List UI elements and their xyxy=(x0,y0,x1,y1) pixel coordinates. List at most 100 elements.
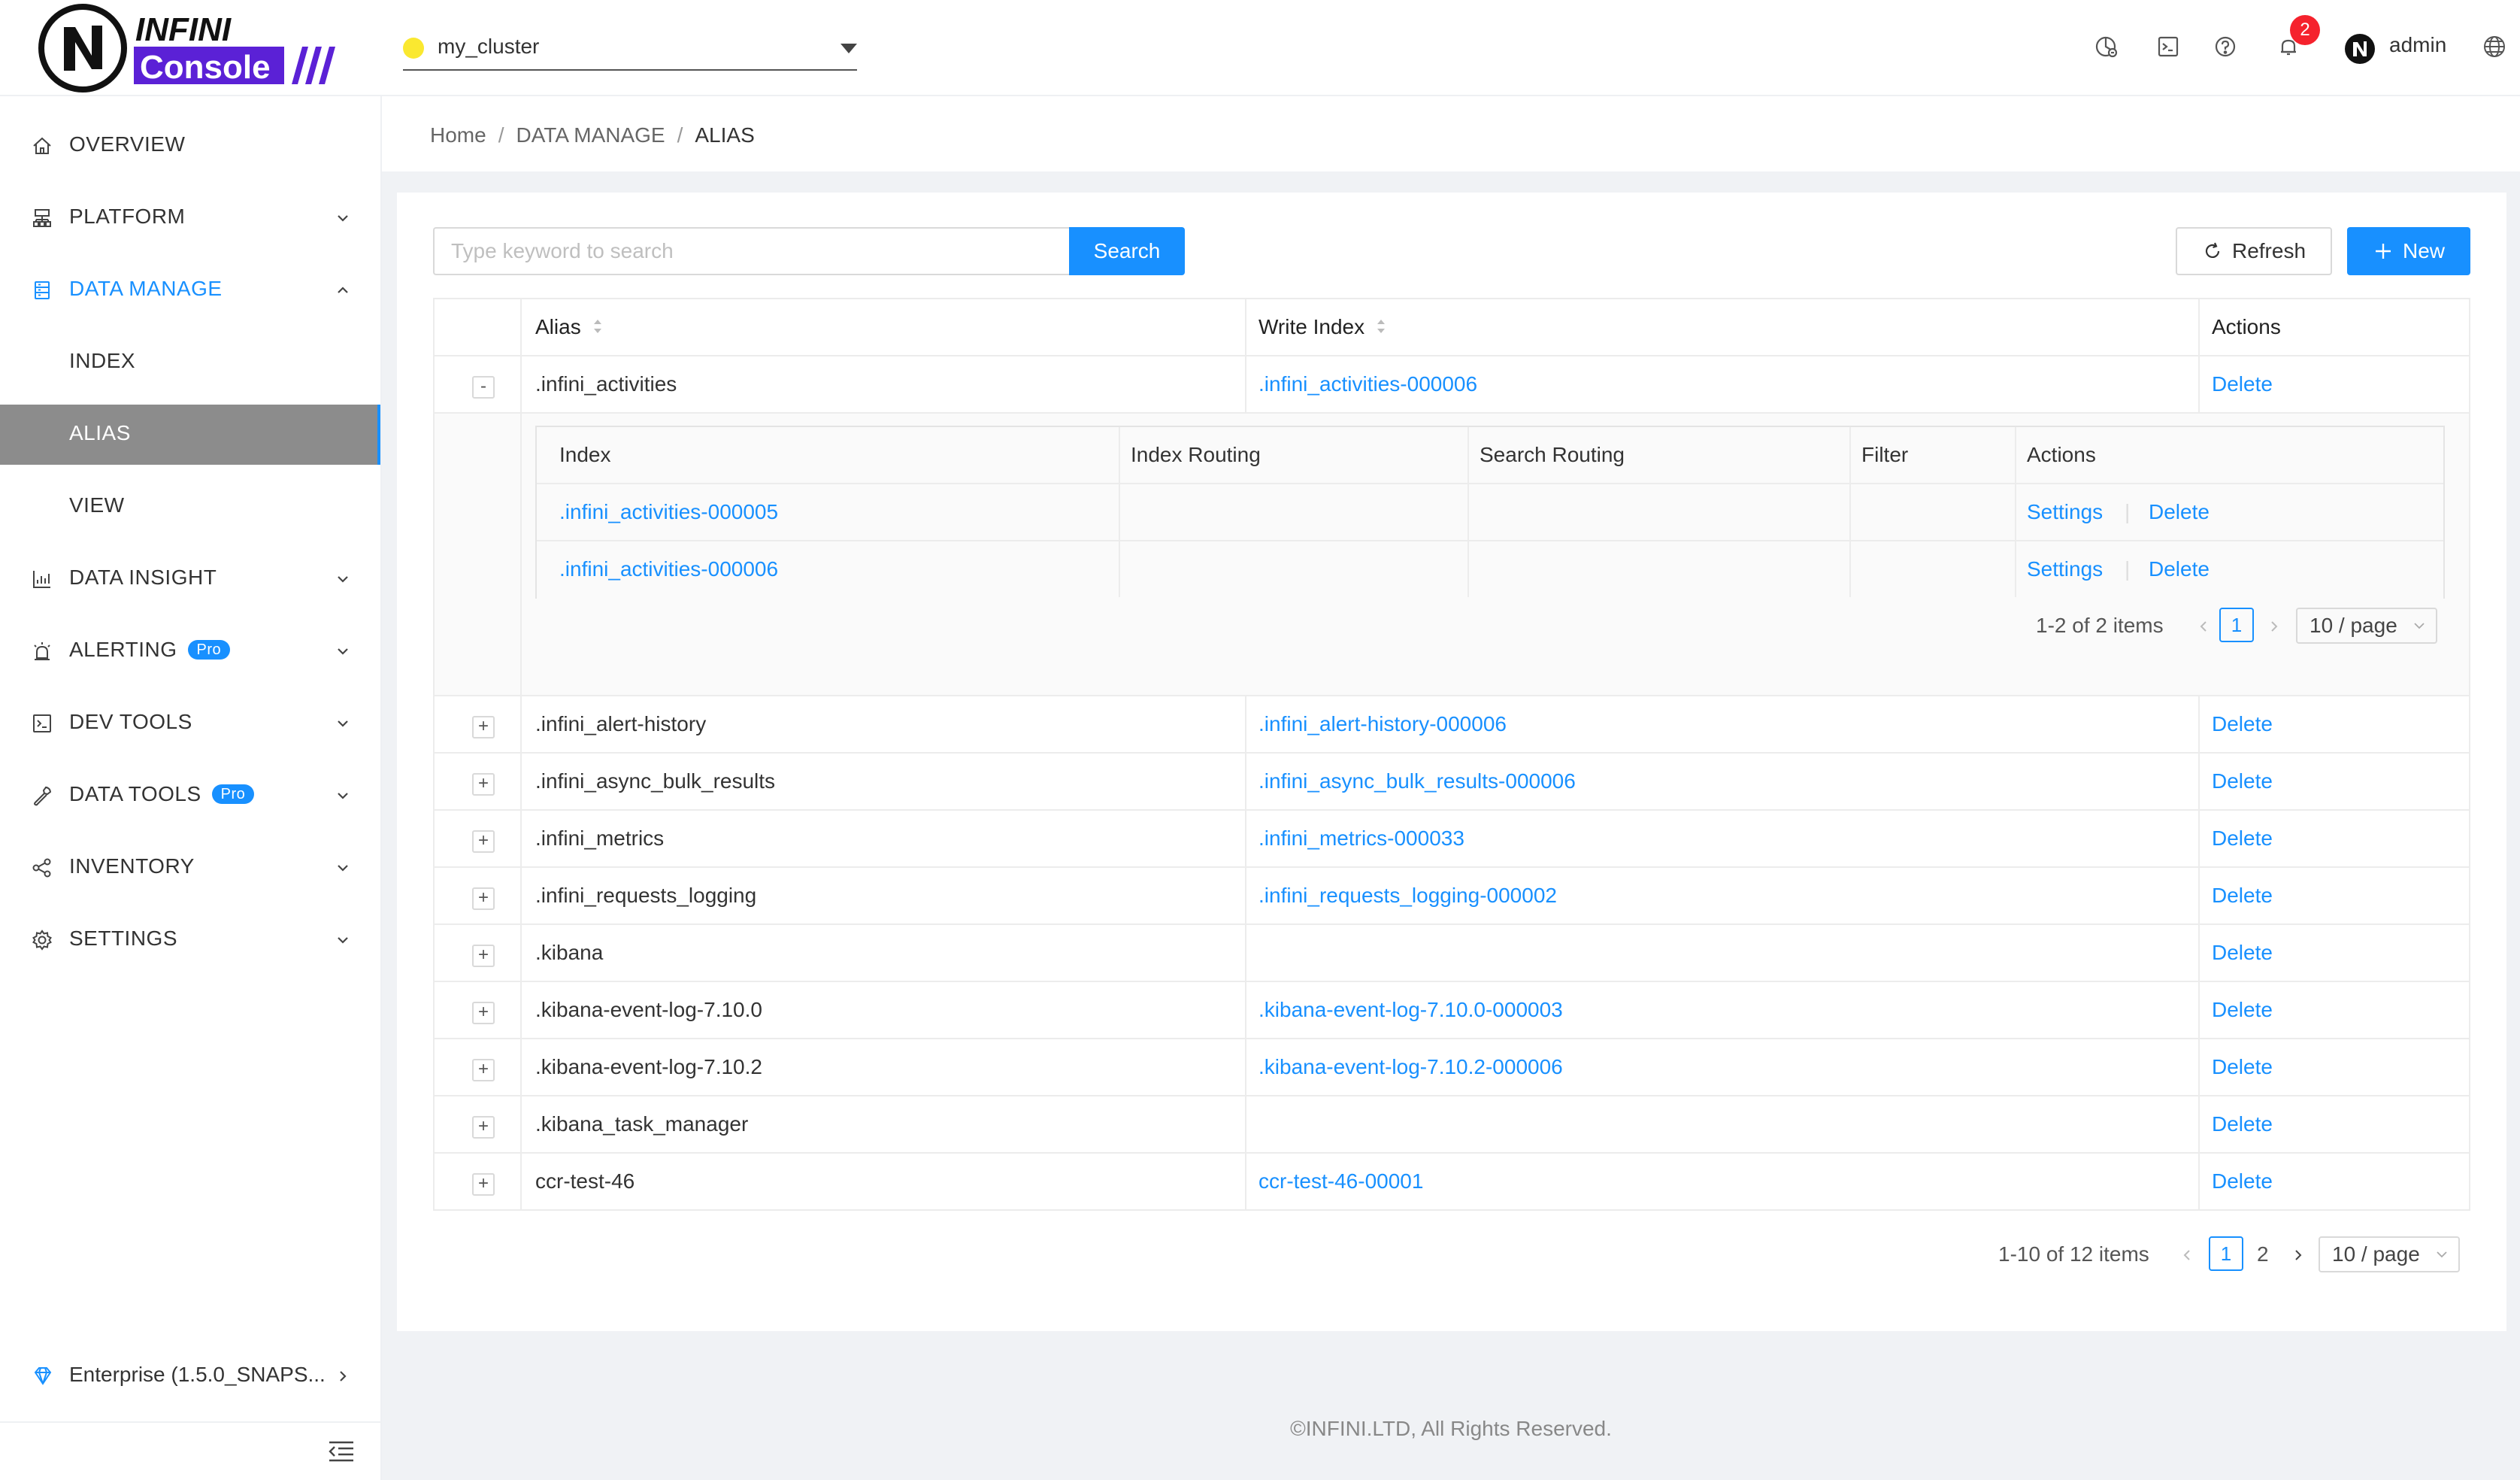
column-header-alias[interactable]: Alias xyxy=(535,299,604,355)
write-index-link[interactable]: ccr-test-46-00001 xyxy=(1258,1154,1423,1209)
pagination-page-2[interactable]: 2 xyxy=(2257,1242,2269,1266)
chevron-left-icon[interactable] xyxy=(2195,618,2212,635)
sidebar-item-alias[interactable]: ALIAS xyxy=(0,405,380,465)
delete-link[interactable]: Delete xyxy=(2212,696,2273,752)
expand-row-button[interactable]: + xyxy=(472,1173,495,1196)
write-index-link[interactable]: .infini_alert-history-000006 xyxy=(1258,696,1507,752)
user-name[interactable]: admin xyxy=(2389,33,2446,57)
page-size-select[interactable]: 10 / page xyxy=(2319,1236,2460,1272)
table-row: + .kibana-event-log-7.10.2 .kibana-event… xyxy=(435,1039,2469,1096)
write-index-link[interactable]: .infini_requests_logging-000002 xyxy=(1258,868,1557,923)
chevron-down-icon xyxy=(332,930,353,951)
sidebar-item-label: DATA INSIGHT xyxy=(69,566,217,589)
sidebar-item-label: SETTINGS xyxy=(69,927,178,950)
menu-fold-icon[interactable] xyxy=(326,1436,356,1466)
expand-row-button[interactable]: + xyxy=(472,830,495,853)
search-input[interactable] xyxy=(433,227,1069,275)
sidebar-item-overview[interactable]: OVERVIEW xyxy=(0,116,380,176)
table-row: .infini_activities-000006 Settings | Del… xyxy=(537,541,2443,599)
language-icon[interactable] xyxy=(2481,33,2508,60)
delete-link[interactable]: Delete xyxy=(2149,484,2210,540)
sidebar-item-label: ALERTING Pro xyxy=(69,638,231,662)
delete-link[interactable]: Delete xyxy=(2212,1039,2273,1095)
cluster-status-dot xyxy=(403,38,424,59)
settings-link[interactable]: Settings xyxy=(2027,541,2103,597)
pagination-page-current[interactable]: 1 xyxy=(2219,608,2254,642)
terminal-icon[interactable] xyxy=(2155,33,2182,60)
expand-row-button[interactable]: + xyxy=(472,716,495,738)
delete-link[interactable]: Delete xyxy=(2149,541,2210,597)
delete-link[interactable]: Delete xyxy=(2212,1096,2273,1152)
help-icon[interactable] xyxy=(2212,33,2239,60)
sort-icon xyxy=(1377,320,1386,333)
expand-row-button[interactable]: + xyxy=(472,773,495,796)
delete-link[interactable]: Delete xyxy=(2212,925,2273,981)
infini-console-logo[interactable]: INFINI Console xyxy=(38,3,353,93)
sidebar-item-data-manage[interactable]: DATA MANAGE xyxy=(0,260,380,320)
index-link[interactable]: .infini_activities-000005 xyxy=(559,484,778,540)
expand-row-button[interactable]: + xyxy=(472,1059,495,1081)
delete-link[interactable]: Delete xyxy=(2212,356,2273,412)
expand-row-button[interactable]: + xyxy=(472,887,495,910)
sidebar-item-settings[interactable]: SETTINGS xyxy=(0,910,380,970)
sidebar-item-view[interactable]: VIEW xyxy=(0,477,380,537)
delete-link[interactable]: Delete xyxy=(2212,754,2273,809)
page-size-value: 10 / page xyxy=(2332,1242,2420,1266)
sidebar-item-dev-tools[interactable]: DEV TOOLS xyxy=(0,693,380,754)
new-label: New xyxy=(2402,239,2445,262)
chevron-right-icon xyxy=(340,1371,347,1381)
refresh-button[interactable]: Refresh xyxy=(2176,227,2332,275)
write-index-link[interactable]: .infini_activities-000006 xyxy=(1258,356,1477,412)
sidebar-item-label: INVENTORY xyxy=(69,854,195,878)
cluster-selector[interactable]: my_cluster xyxy=(403,33,857,71)
delete-link[interactable]: Delete xyxy=(2212,868,2273,923)
sidebar-item-index[interactable]: INDEX xyxy=(0,332,380,393)
version-info[interactable]: Enterprise (1.5.0_SNAPS... xyxy=(0,1354,380,1399)
write-index-link[interactable]: .kibana-event-log-7.10.0-000003 xyxy=(1258,982,1563,1038)
sidebar-item-inventory[interactable]: INVENTORY xyxy=(0,838,380,898)
expand-row-button[interactable]: + xyxy=(472,1002,495,1024)
column-header-write-index[interactable]: Write Index xyxy=(1258,299,1387,355)
svg-text:Console: Console xyxy=(140,49,271,86)
breadcrumb: Home / DATA MANAGE / ALIAS xyxy=(430,123,755,147)
expand-row-button[interactable]: + xyxy=(472,1116,495,1139)
chevron-down-icon xyxy=(332,785,353,806)
delete-link[interactable]: Delete xyxy=(2212,1154,2273,1209)
table-row: + .infini_requests_logging .infini_reque… xyxy=(435,868,2469,925)
alias-name: .infini_async_bulk_results xyxy=(535,769,776,793)
sidebar-item-label: INDEX xyxy=(69,349,136,372)
search-button[interactable]: Search xyxy=(1069,227,1185,275)
sidebar-item-label: VIEW xyxy=(69,493,125,517)
delete-link[interactable]: Delete xyxy=(2212,811,2273,866)
alarm-icon xyxy=(30,639,54,663)
index-link[interactable]: .infini_activities-000006 xyxy=(559,541,778,597)
avatar[interactable] xyxy=(2344,33,2376,65)
write-index-link[interactable]: .infini_async_bulk_results-000006 xyxy=(1258,754,1576,809)
new-button[interactable]: New xyxy=(2347,227,2470,275)
sidebar-item-data-insight[interactable]: DATA INSIGHT xyxy=(0,549,380,609)
console-icon xyxy=(30,711,54,735)
column-header-search-routing: Search Routing xyxy=(1480,443,1625,466)
chevron-right-icon[interactable] xyxy=(2290,1247,2306,1263)
wrench-icon xyxy=(30,784,54,808)
collapse-row-button[interactable]: - xyxy=(472,376,495,399)
chevron-right-icon[interactable] xyxy=(2266,618,2282,635)
expand-row-button[interactable]: + xyxy=(472,945,495,967)
sidebar-item-alerting[interactable]: ALERTING Pro xyxy=(0,621,380,681)
caret-down-icon xyxy=(841,44,857,53)
pagination-page-current[interactable]: 1 xyxy=(2209,1236,2243,1271)
alias-name: .kibana-event-log-7.10.0 xyxy=(535,998,762,1021)
sidebar-item-data-tools[interactable]: DATA TOOLS Pro xyxy=(0,766,380,826)
sidebar-item-platform[interactable]: PLATFORM xyxy=(0,188,380,248)
delete-link[interactable]: Delete xyxy=(2212,982,2273,1038)
chevron-left-icon[interactable] xyxy=(2179,1247,2195,1263)
breadcrumb-section[interactable]: DATA MANAGE xyxy=(516,123,665,147)
settings-link[interactable]: Settings xyxy=(2027,484,2103,540)
page-size-select[interactable]: 10 / page xyxy=(2296,608,2437,644)
chevron-down-icon xyxy=(2437,1251,2447,1258)
write-index-link[interactable]: .infini_metrics-000033 xyxy=(1258,811,1464,866)
write-index-link[interactable]: .kibana-event-log-7.10.2-000006 xyxy=(1258,1039,1563,1095)
pagination-summary: 1-10 of 12 items xyxy=(1998,1242,2149,1266)
breadcrumb-home[interactable]: Home xyxy=(430,123,486,147)
dashboard-icon[interactable] xyxy=(2093,33,2120,60)
